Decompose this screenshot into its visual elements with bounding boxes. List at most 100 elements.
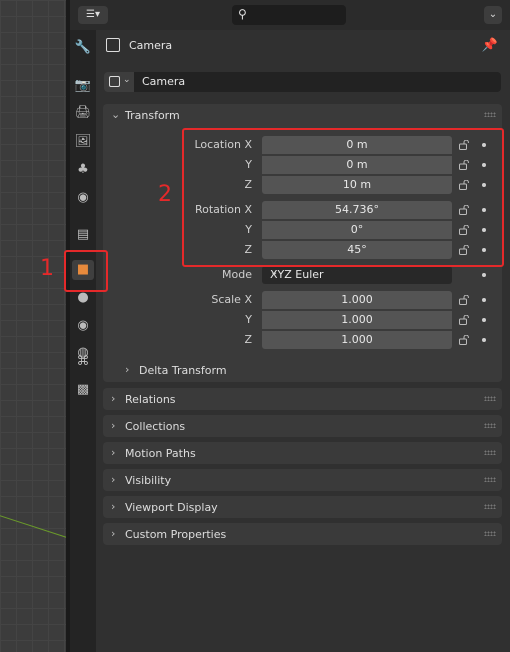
keyframe-dot-icon[interactable] [482,143,486,147]
rotation-x-label: Rotation X [194,203,252,216]
rotation-mode-select[interactable]: XYZ Euler ⌄ [262,266,452,284]
panel-relations[interactable]: › Relations [103,388,502,410]
keyframe-dot-icon[interactable] [482,248,486,252]
3d-viewport[interactable] [0,0,66,652]
panel-relations-label: Relations [125,393,176,406]
location-z-field[interactable]: 10 m [262,176,452,194]
scale-z-field[interactable]: 1.000 [262,331,452,349]
chevron-right-icon: › [111,500,116,513]
lock-icon[interactable] [459,315,471,325]
lock-icon[interactable] [459,295,471,305]
panel-visibility-label: Visibility [125,474,172,487]
texture-tab[interactable]: ▩ [72,380,94,400]
rotation-x-field[interactable]: 54.736° [262,201,452,220]
object-icon [106,38,120,52]
scale-x-label: Scale X [211,293,252,306]
drag-handle-icon[interactable] [484,423,496,428]
options-dropdown[interactable]: ⌄ [484,6,502,24]
keyframe-dot-icon[interactable] [482,228,486,232]
lock-icon[interactable] [459,245,471,255]
mode-label: Mode [222,268,252,281]
lock-icon[interactable] [459,180,471,190]
panel-viewport-display[interactable]: › Viewport Display [103,496,502,518]
transform-panel-label[interactable]: Transform [125,109,180,122]
scale-z-label: Z [244,333,252,346]
scale-y-label: Y [245,313,252,326]
annotation-label-one: 1 [40,256,54,281]
lock-icon[interactable] [459,225,471,235]
world-tab[interactable]: ◉ [72,188,94,208]
collection-tab[interactable]: ▤ [72,225,94,245]
render-tab[interactable]: 📷 [72,76,94,96]
data-tab[interactable]: ⌘ [72,352,94,372]
panel-custom-properties-label: Custom Properties [125,528,227,541]
scene-tab[interactable]: ♣ [72,160,94,180]
object-type-dropdown[interactable]: ⌄ [104,72,134,92]
keyframe-dot-icon[interactable] [482,298,486,302]
modifiers-tab[interactable]: ● [72,288,94,308]
panel-viewport-display-label: Viewport Display [125,501,218,514]
chevron-right-icon: › [111,392,116,405]
lock-icon[interactable] [459,140,471,150]
drag-handle-icon[interactable] [484,396,496,401]
object-name-text: Camera [142,75,186,88]
chevron-right-icon: › [111,473,116,486]
keyframe-dot-icon[interactable] [482,208,486,212]
rotation-y-label: Y [245,223,252,236]
properties-header: ☰▾ ⚲ ⌄ [70,0,510,30]
context-title-text: Camera [129,39,173,52]
panel-custom-properties[interactable]: › Custom Properties [103,523,502,545]
chevron-right-icon: › [111,446,116,459]
editor-type-button[interactable]: ☰▾ [78,6,108,24]
location-y-label: Y [245,158,252,171]
physics-tab[interactable]: ◉ [72,316,94,336]
scale-x-field[interactable]: 1.000 [262,291,452,310]
chevron-right-icon: › [111,527,116,540]
keyframe-dot-icon[interactable] [482,163,486,167]
lock-icon[interactable] [459,160,471,170]
chevron-right-icon: › [111,419,116,432]
drag-handle-icon[interactable] [484,450,496,455]
view-layer-tab[interactable]: 🖼 [72,132,94,152]
output-tab[interactable]: 🖨 [72,103,94,123]
location-z-label: Z [244,178,252,191]
panel-motion-paths[interactable]: › Motion Paths [103,442,502,464]
panel-collections[interactable]: › Collections [103,415,502,437]
drag-handle-icon[interactable] [484,504,496,509]
search-input[interactable]: ⚲ [232,5,346,25]
keyframe-dot-icon[interactable] [482,338,486,342]
scale-y-field[interactable]: 1.000 [262,311,452,330]
chevron-right-icon: › [125,363,130,376]
annotation-label-two: 2 [158,182,172,207]
object-name-field[interactable]: Camera [134,72,501,92]
grid-axis-line [0,512,66,541]
context-title: Camera 📌 [104,36,504,56]
drag-handle-icon[interactable] [484,531,496,536]
location-x-label: Location X [194,138,252,151]
delta-transform-label: Delta Transform [139,364,227,377]
object-tab[interactable]: ■ [72,260,94,280]
rotation-z-label: Z [244,243,252,256]
lock-icon[interactable] [459,335,471,345]
rotation-y-field[interactable]: 0° [262,221,452,240]
chevron-down-icon: ⌄ [270,267,279,278]
rotation-z-field[interactable]: 45° [262,241,452,259]
panel-motion-paths-label: Motion Paths [125,447,196,460]
object-icon [109,76,120,87]
pin-icon[interactable]: 📌 [482,38,498,53]
chevron-down-icon: ⌄ [123,75,131,85]
location-y-field[interactable]: 0 m [262,156,452,175]
location-x-field[interactable]: 0 m [262,136,452,155]
lock-icon[interactable] [459,205,471,215]
chevron-down-icon[interactable]: ⌄ [111,108,120,121]
keyframe-dot-icon[interactable] [482,183,486,187]
panel-collections-label: Collections [125,420,186,433]
delta-transform-subpanel[interactable]: › Delta Transform [103,362,502,380]
keyframe-dot-icon[interactable] [482,273,486,277]
tool-tab[interactable]: 🔧 [72,38,94,58]
keyframe-dot-icon[interactable] [482,318,486,322]
drag-handle-icon[interactable] [484,112,496,117]
drag-handle-icon[interactable] [484,477,496,482]
search-icon: ⚲ [238,7,247,21]
panel-visibility[interactable]: › Visibility [103,469,502,491]
